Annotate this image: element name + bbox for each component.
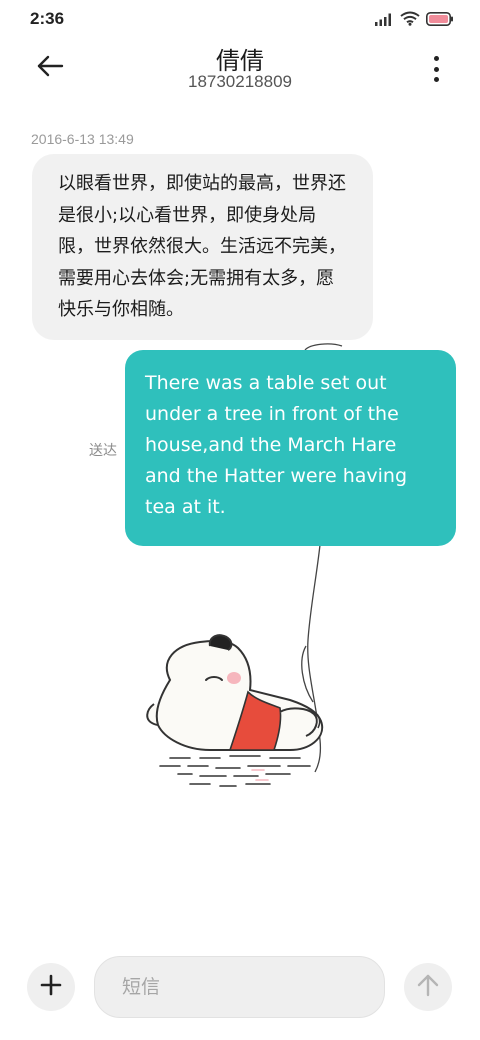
incoming-message-bubble[interactable]: 以眼看世界，即使站的最高，世界还是很小;以心看世界，即使身处局限，世界依然很大。… (32, 154, 373, 340)
signal-icon (374, 11, 394, 30)
status-bar: 2:36 (0, 0, 480, 38)
battery-icon (426, 11, 454, 30)
more-vertical-icon-dot (433, 66, 439, 72)
more-options-button[interactable] (428, 56, 444, 82)
delivery-status: 送达 (89, 443, 117, 459)
status-time: 2:36 (30, 9, 65, 28)
send-button[interactable] (404, 963, 452, 1011)
conversation-header: 倩倩 18730218809 (0, 38, 480, 100)
status-icons (374, 11, 454, 30)
more-vertical-icon-dot (433, 77, 439, 82)
message-input[interactable] (94, 956, 385, 1018)
outgoing-message-bubble[interactable]: There was a table set out under a tree i… (125, 350, 456, 546)
wifi-icon (400, 11, 420, 30)
contact-name: 倩倩 (216, 47, 264, 75)
add-attachment-button[interactable] (27, 963, 75, 1011)
contact-number: 18730218809 (187, 72, 292, 91)
more-vertical-icon-dot (433, 56, 439, 61)
messaging-screen: 2:36 倩倩 18730218809 2016-6-13 13:49 以眼看世… (0, 0, 480, 1040)
send-arrow-icon (417, 973, 439, 1001)
plus-icon (40, 974, 62, 1000)
message-timestamp: 2016-6-13 13:49 (31, 131, 134, 147)
